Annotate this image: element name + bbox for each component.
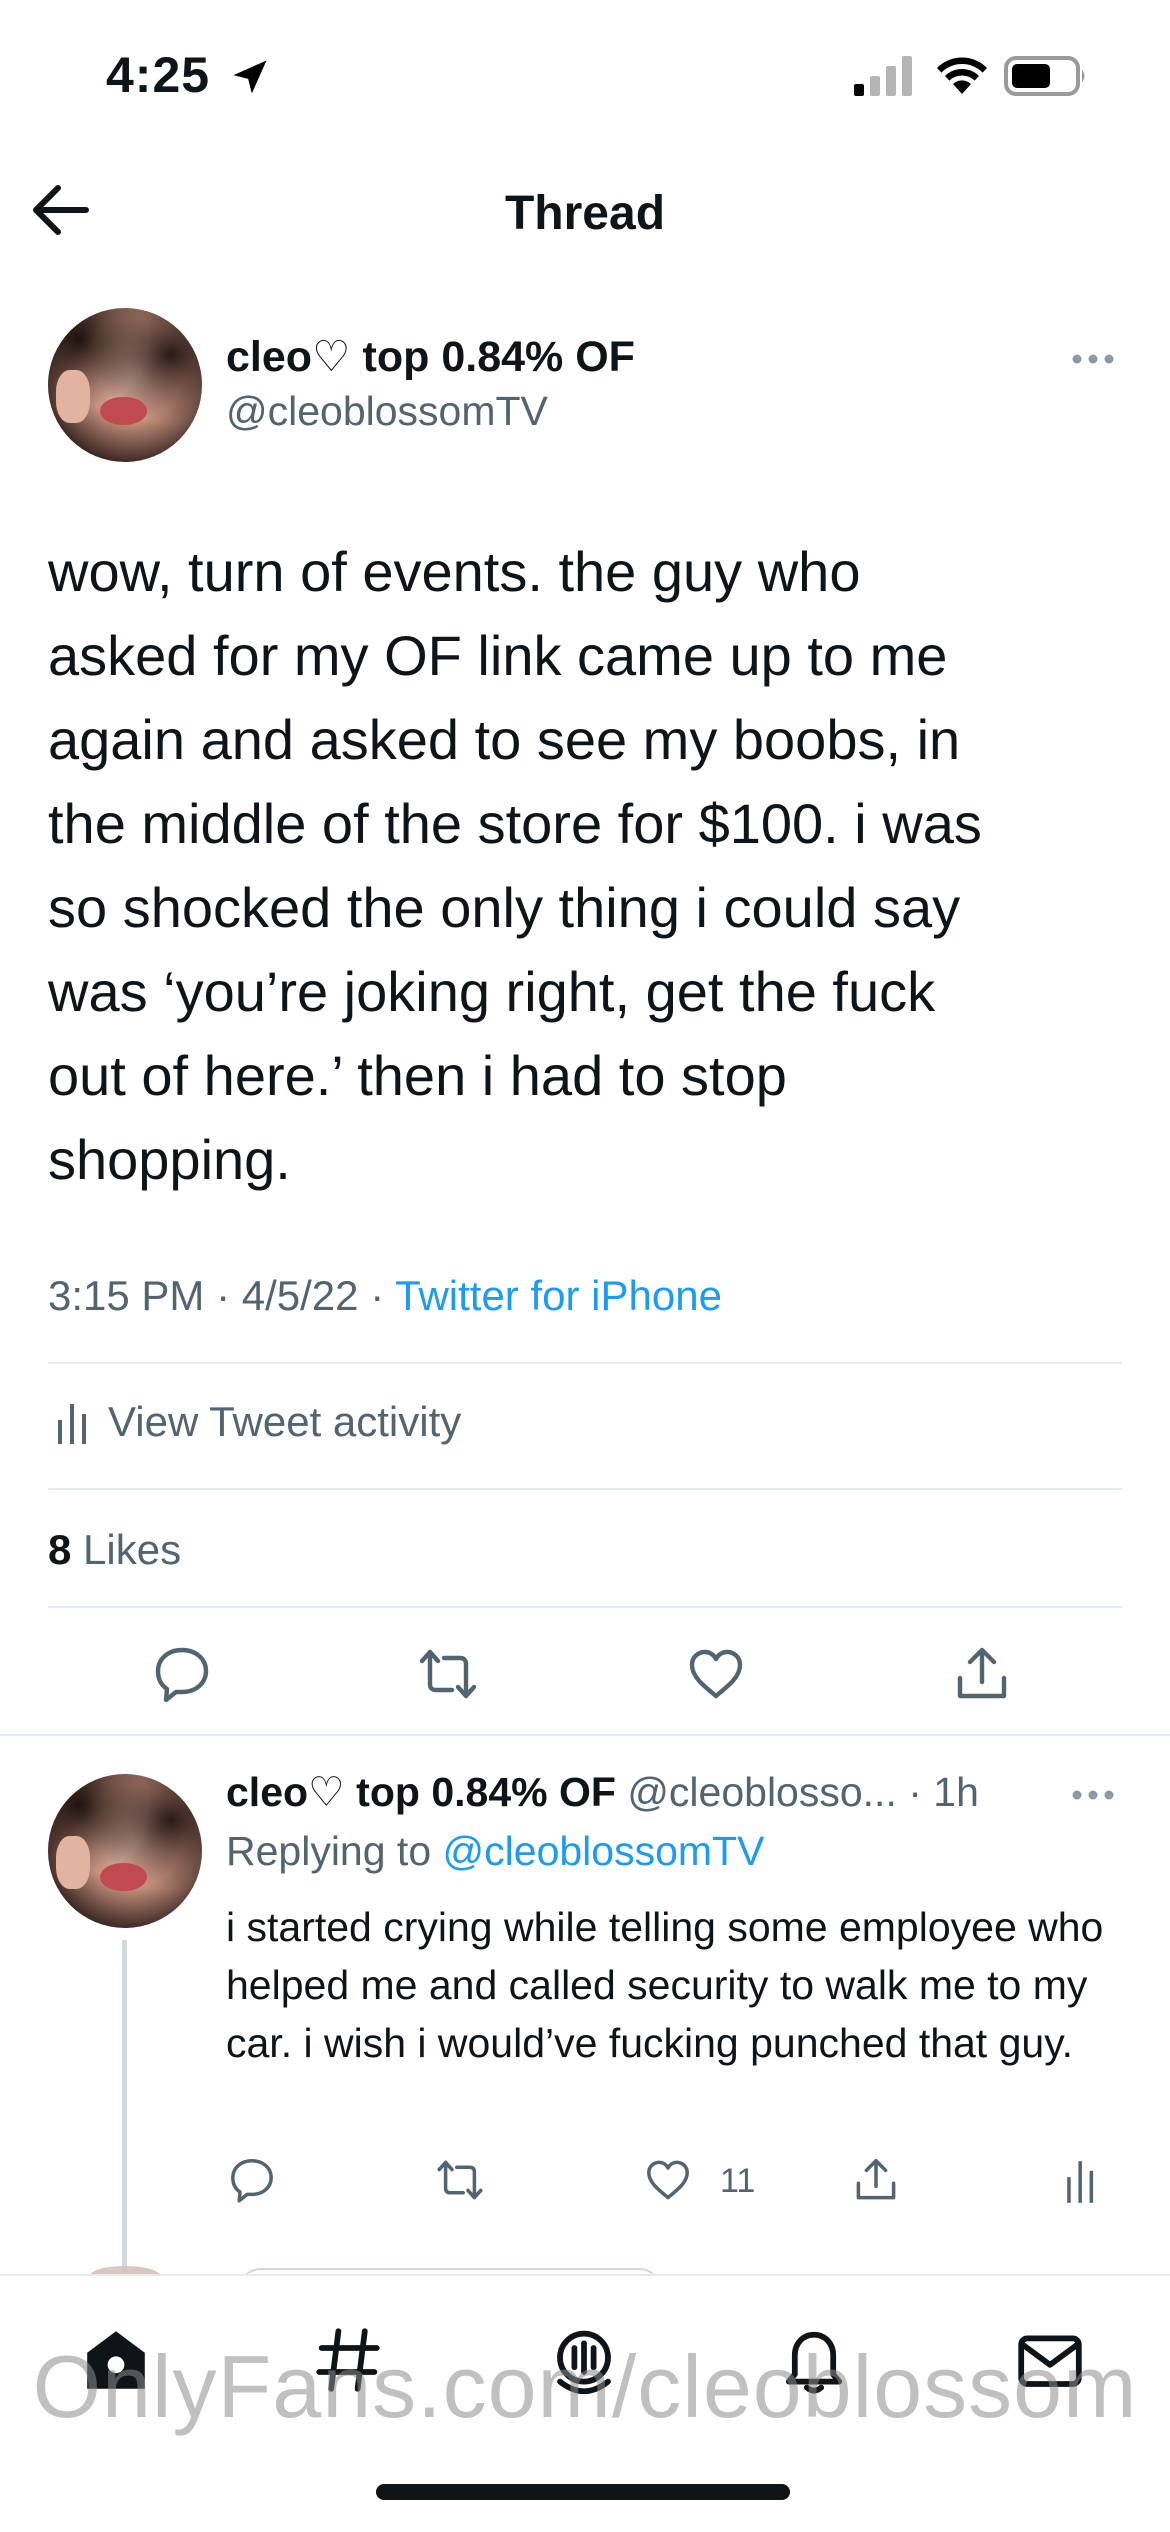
like-count: 11 xyxy=(720,2162,756,2200)
watermark: OnlyFans.com/cleoblossom xyxy=(32,2337,1138,2436)
status-bar: 4:25 xyxy=(0,0,1170,150)
tweet-meta: 3:15 PM · 4/5/22 · Twitter for iPhone xyxy=(48,1272,722,1320)
divider xyxy=(48,1362,1122,1364)
share-icon[interactable] xyxy=(852,2156,900,2204)
replying-to-prefix: Replying to xyxy=(226,1828,432,1874)
retweet-icon[interactable] xyxy=(418,1644,478,1704)
more-options-icon[interactable] xyxy=(1070,1788,1116,1802)
reply-header: cleo♡ top 0.84% OF @cleoblosso... · 1h xyxy=(226,1768,979,1816)
page-title: Thread xyxy=(504,187,666,240)
like-heart-icon[interactable] xyxy=(644,2156,692,2204)
meta-separator: · xyxy=(358,1272,396,1319)
wifi-icon xyxy=(937,57,987,94)
thread-connector-line xyxy=(122,1940,127,2270)
share-icon[interactable] xyxy=(952,1644,1012,1704)
meta-separator: · xyxy=(204,1272,242,1319)
replying-to-handle-link[interactable]: @cleoblossomTV xyxy=(443,1828,765,1874)
retweet-icon[interactable] xyxy=(436,2156,484,2204)
reply-time: · 1h xyxy=(908,1769,979,1815)
reply-author-name[interactable]: cleo♡ top 0.84% OF xyxy=(226,1769,616,1815)
like-heart-icon[interactable] xyxy=(686,1644,746,1704)
reply-tweet-text: i started crying while telling some empl… xyxy=(226,1904,1104,2066)
reply-author-handle[interactable]: @cleoblosso... xyxy=(627,1769,897,1815)
home-indicator[interactable] xyxy=(376,2484,790,2500)
tweet-text: wow, turn of events. the guy who asked f… xyxy=(48,540,982,1191)
tweet-author-handle[interactable]: @cleoblossomTV xyxy=(226,388,548,435)
avatar[interactable] xyxy=(48,1774,202,1928)
divider xyxy=(48,1606,1122,1608)
activity-icon xyxy=(58,1404,86,1444)
reply-icon[interactable] xyxy=(152,1644,212,1704)
likes-label: Likes xyxy=(83,1526,182,1573)
likes-count: 8 xyxy=(48,1526,72,1573)
replying-to: Replying to @cleoblossomTV xyxy=(226,1828,764,1875)
location-arrow-icon xyxy=(233,60,267,94)
divider xyxy=(48,1488,1122,1490)
status-time: 4:25 xyxy=(106,47,211,103)
avatar[interactable] xyxy=(48,308,202,462)
more-options-icon[interactable] xyxy=(1070,352,1116,366)
tweet-time: 3:15 PM xyxy=(48,1272,205,1319)
tweet-source-link[interactable]: Twitter for iPhone xyxy=(395,1272,722,1319)
likes-count-link[interactable]: 8 Likes xyxy=(48,1526,181,1574)
reply-icon[interactable] xyxy=(228,2156,276,2204)
nav-bar: Thread xyxy=(0,160,1170,260)
tweet-date: 4/5/22 xyxy=(241,1272,359,1319)
tweet-author-name[interactable]: cleo♡ top 0.84% OF xyxy=(226,332,635,382)
view-tweet-activity-label: View Tweet activity xyxy=(108,1398,462,1445)
cellular-signal-icon xyxy=(854,56,912,96)
battery-icon xyxy=(1004,56,1085,96)
activity-icon[interactable] xyxy=(1056,2158,1104,2206)
divider xyxy=(0,1734,1170,1736)
